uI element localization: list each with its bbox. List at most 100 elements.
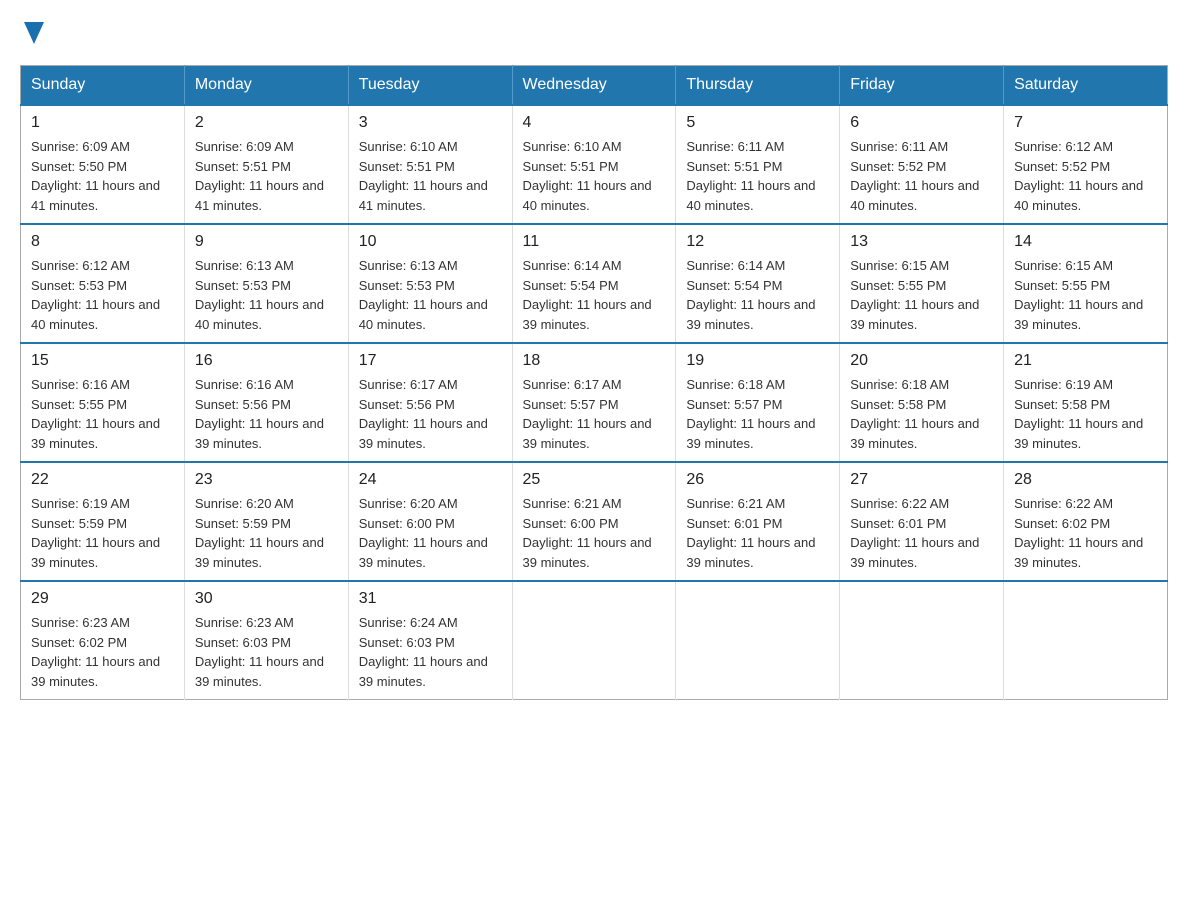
day-info: Sunrise: 6:11 AMSunset: 5:52 PMDaylight:… [850, 137, 993, 215]
day-number: 15 [31, 352, 174, 370]
day-number: 31 [359, 590, 502, 608]
day-number: 25 [523, 471, 666, 489]
calendar-cell: 8 Sunrise: 6:12 AMSunset: 5:53 PMDayligh… [21, 224, 185, 343]
day-info: Sunrise: 6:20 AMSunset: 5:59 PMDaylight:… [195, 494, 338, 572]
header-day-tuesday: Tuesday [348, 66, 512, 106]
day-info: Sunrise: 6:12 AMSunset: 5:52 PMDaylight:… [1014, 137, 1157, 215]
day-number: 14 [1014, 233, 1157, 251]
day-info: Sunrise: 6:20 AMSunset: 6:00 PMDaylight:… [359, 494, 502, 572]
header-row: SundayMondayTuesdayWednesdayThursdayFrid… [21, 66, 1168, 106]
header-day-saturday: Saturday [1004, 66, 1168, 106]
calendar-cell [676, 581, 840, 700]
calendar-cell: 22 Sunrise: 6:19 AMSunset: 5:59 PMDaylig… [21, 462, 185, 581]
calendar-cell: 13 Sunrise: 6:15 AMSunset: 5:55 PMDaylig… [840, 224, 1004, 343]
day-info: Sunrise: 6:23 AMSunset: 6:03 PMDaylight:… [195, 613, 338, 691]
calendar-cell [512, 581, 676, 700]
day-number: 16 [195, 352, 338, 370]
day-number: 12 [686, 233, 829, 251]
logo [20, 20, 44, 45]
day-number: 17 [359, 352, 502, 370]
calendar-cell: 1 Sunrise: 6:09 AMSunset: 5:50 PMDayligh… [21, 105, 185, 224]
day-number: 4 [523, 114, 666, 132]
calendar-cell: 16 Sunrise: 6:16 AMSunset: 5:56 PMDaylig… [184, 343, 348, 462]
header-day-thursday: Thursday [676, 66, 840, 106]
calendar-header: SundayMondayTuesdayWednesdayThursdayFrid… [21, 66, 1168, 106]
day-number: 22 [31, 471, 174, 489]
day-info: Sunrise: 6:24 AMSunset: 6:03 PMDaylight:… [359, 613, 502, 691]
day-info: Sunrise: 6:21 AMSunset: 6:00 PMDaylight:… [523, 494, 666, 572]
day-info: Sunrise: 6:22 AMSunset: 6:02 PMDaylight:… [1014, 494, 1157, 572]
day-info: Sunrise: 6:09 AMSunset: 5:51 PMDaylight:… [195, 137, 338, 215]
day-number: 27 [850, 471, 993, 489]
header-day-monday: Monday [184, 66, 348, 106]
calendar-cell: 26 Sunrise: 6:21 AMSunset: 6:01 PMDaylig… [676, 462, 840, 581]
calendar-cell [1004, 581, 1168, 700]
calendar-cell: 12 Sunrise: 6:14 AMSunset: 5:54 PMDaylig… [676, 224, 840, 343]
calendar-cell: 31 Sunrise: 6:24 AMSunset: 6:03 PMDaylig… [348, 581, 512, 700]
day-number: 9 [195, 233, 338, 251]
day-number: 30 [195, 590, 338, 608]
day-info: Sunrise: 6:15 AMSunset: 5:55 PMDaylight:… [1014, 256, 1157, 334]
calendar-cell: 4 Sunrise: 6:10 AMSunset: 5:51 PMDayligh… [512, 105, 676, 224]
calendar-cell: 6 Sunrise: 6:11 AMSunset: 5:52 PMDayligh… [840, 105, 1004, 224]
day-info: Sunrise: 6:16 AMSunset: 5:55 PMDaylight:… [31, 375, 174, 453]
calendar-cell: 5 Sunrise: 6:11 AMSunset: 5:51 PMDayligh… [676, 105, 840, 224]
day-info: Sunrise: 6:10 AMSunset: 5:51 PMDaylight:… [523, 137, 666, 215]
day-number: 11 [523, 233, 666, 251]
day-number: 29 [31, 590, 174, 608]
calendar-cell: 3 Sunrise: 6:10 AMSunset: 5:51 PMDayligh… [348, 105, 512, 224]
calendar-cell: 19 Sunrise: 6:18 AMSunset: 5:57 PMDaylig… [676, 343, 840, 462]
day-number: 1 [31, 114, 174, 132]
day-info: Sunrise: 6:16 AMSunset: 5:56 PMDaylight:… [195, 375, 338, 453]
calendar-cell: 17 Sunrise: 6:17 AMSunset: 5:56 PMDaylig… [348, 343, 512, 462]
header-day-sunday: Sunday [21, 66, 185, 106]
page-header [20, 20, 1168, 45]
header-day-wednesday: Wednesday [512, 66, 676, 106]
calendar-cell: 15 Sunrise: 6:16 AMSunset: 5:55 PMDaylig… [21, 343, 185, 462]
day-number: 19 [686, 352, 829, 370]
day-number: 26 [686, 471, 829, 489]
day-info: Sunrise: 6:13 AMSunset: 5:53 PMDaylight:… [359, 256, 502, 334]
day-info: Sunrise: 6:18 AMSunset: 5:58 PMDaylight:… [850, 375, 993, 453]
day-number: 3 [359, 114, 502, 132]
calendar-cell: 30 Sunrise: 6:23 AMSunset: 6:03 PMDaylig… [184, 581, 348, 700]
day-number: 28 [1014, 471, 1157, 489]
calendar-week-5: 29 Sunrise: 6:23 AMSunset: 6:02 PMDaylig… [21, 581, 1168, 700]
calendar-body: 1 Sunrise: 6:09 AMSunset: 5:50 PMDayligh… [21, 105, 1168, 700]
day-info: Sunrise: 6:14 AMSunset: 5:54 PMDaylight:… [523, 256, 666, 334]
calendar-cell: 20 Sunrise: 6:18 AMSunset: 5:58 PMDaylig… [840, 343, 1004, 462]
day-number: 20 [850, 352, 993, 370]
day-number: 24 [359, 471, 502, 489]
day-number: 21 [1014, 352, 1157, 370]
day-number: 23 [195, 471, 338, 489]
calendar-week-3: 15 Sunrise: 6:16 AMSunset: 5:55 PMDaylig… [21, 343, 1168, 462]
day-info: Sunrise: 6:22 AMSunset: 6:01 PMDaylight:… [850, 494, 993, 572]
day-info: Sunrise: 6:23 AMSunset: 6:02 PMDaylight:… [31, 613, 174, 691]
calendar-table: SundayMondayTuesdayWednesdayThursdayFrid… [20, 65, 1168, 700]
calendar-cell: 2 Sunrise: 6:09 AMSunset: 5:51 PMDayligh… [184, 105, 348, 224]
day-info: Sunrise: 6:18 AMSunset: 5:57 PMDaylight:… [686, 375, 829, 453]
calendar-week-2: 8 Sunrise: 6:12 AMSunset: 5:53 PMDayligh… [21, 224, 1168, 343]
day-info: Sunrise: 6:10 AMSunset: 5:51 PMDaylight:… [359, 137, 502, 215]
day-number: 5 [686, 114, 829, 132]
day-info: Sunrise: 6:11 AMSunset: 5:51 PMDaylight:… [686, 137, 829, 215]
calendar-week-4: 22 Sunrise: 6:19 AMSunset: 5:59 PMDaylig… [21, 462, 1168, 581]
day-info: Sunrise: 6:21 AMSunset: 6:01 PMDaylight:… [686, 494, 829, 572]
calendar-cell: 28 Sunrise: 6:22 AMSunset: 6:02 PMDaylig… [1004, 462, 1168, 581]
day-info: Sunrise: 6:15 AMSunset: 5:55 PMDaylight:… [850, 256, 993, 334]
calendar-cell: 24 Sunrise: 6:20 AMSunset: 6:00 PMDaylig… [348, 462, 512, 581]
calendar-cell: 14 Sunrise: 6:15 AMSunset: 5:55 PMDaylig… [1004, 224, 1168, 343]
calendar-cell: 7 Sunrise: 6:12 AMSunset: 5:52 PMDayligh… [1004, 105, 1168, 224]
calendar-week-1: 1 Sunrise: 6:09 AMSunset: 5:50 PMDayligh… [21, 105, 1168, 224]
day-info: Sunrise: 6:14 AMSunset: 5:54 PMDaylight:… [686, 256, 829, 334]
day-info: Sunrise: 6:17 AMSunset: 5:56 PMDaylight:… [359, 375, 502, 453]
logo-arrow-icon [24, 22, 44, 44]
calendar-cell: 25 Sunrise: 6:21 AMSunset: 6:00 PMDaylig… [512, 462, 676, 581]
day-info: Sunrise: 6:19 AMSunset: 5:59 PMDaylight:… [31, 494, 174, 572]
day-info: Sunrise: 6:09 AMSunset: 5:50 PMDaylight:… [31, 137, 174, 215]
day-number: 10 [359, 233, 502, 251]
calendar-cell: 9 Sunrise: 6:13 AMSunset: 5:53 PMDayligh… [184, 224, 348, 343]
calendar-cell [840, 581, 1004, 700]
header-day-friday: Friday [840, 66, 1004, 106]
day-number: 2 [195, 114, 338, 132]
